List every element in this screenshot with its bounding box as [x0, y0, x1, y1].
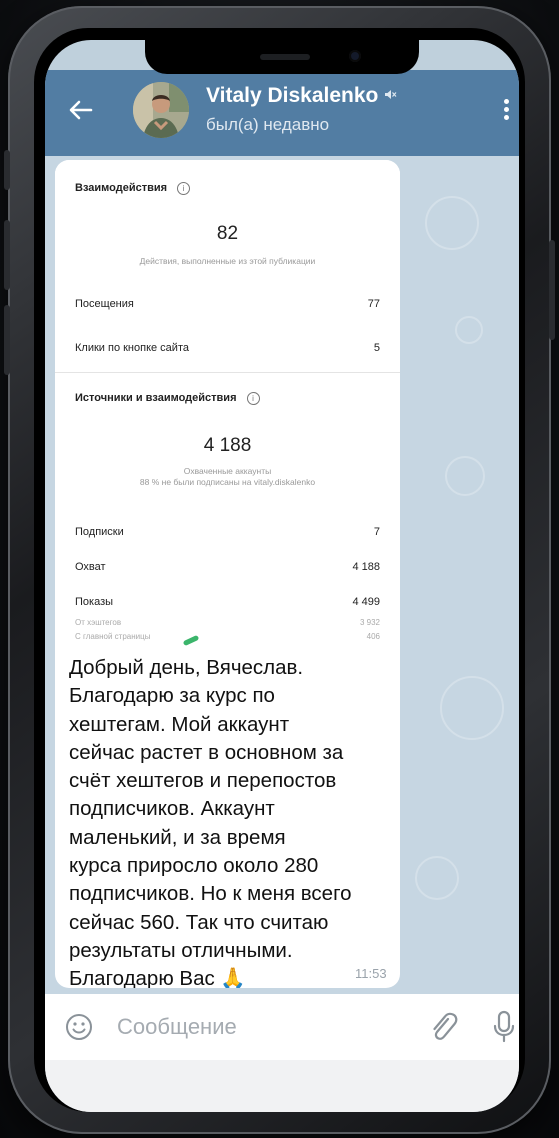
avatar[interactable]	[133, 82, 189, 138]
insights-screenshot[interactable]: Взаимодействия i 82 Действия, выполненные…	[55, 160, 400, 650]
reach-total: 4 188	[203, 435, 252, 456]
stat-row: Охват 4 188	[75, 561, 380, 573]
volume-up-button	[4, 220, 10, 290]
message-line: подписчиков. Аккаунт	[69, 797, 275, 821]
info-icon: i	[246, 392, 260, 405]
front-camera	[349, 50, 361, 62]
message-text: Добрый день, Вячеслав. Благодарю за курс…	[69, 654, 389, 988]
message-line: результаты отличными.	[69, 938, 293, 962]
contact-name[interactable]: Vitaly Diskalenko	[206, 84, 397, 108]
reach-caption-followers: 88 % не были подписаны на vitaly.diskale…	[139, 477, 316, 487]
home-indicator-area	[45, 1060, 519, 1112]
message-time: 11:53	[355, 966, 387, 981]
pattern-doodle	[455, 316, 483, 344]
contact-status: был(а) недавно	[206, 115, 330, 134]
stat-row: Клики по кнопке сайта 5	[75, 342, 380, 354]
message-line: Благодарю за курс по	[69, 684, 275, 708]
message-line: хештегам. Мой аккаунт	[69, 712, 290, 736]
back-arrow-icon[interactable]	[67, 96, 95, 124]
stat-subrow: От хэштегов 3 932	[75, 618, 380, 627]
interactions-title: Взаимодействия i	[75, 182, 191, 195]
message-line: подписчиков. Но к меня всего	[69, 882, 352, 906]
more-vert-icon[interactable]	[501, 96, 511, 126]
notch	[145, 40, 419, 74]
pattern-doodle	[440, 676, 504, 740]
message-bubble[interactable]: Взаимодействия i 82 Действия, выполненные…	[55, 160, 400, 988]
divider	[55, 372, 400, 373]
message-input[interactable]: Сообщение	[117, 1014, 237, 1040]
stat-row: Подписки 7	[75, 526, 380, 538]
power-button	[549, 240, 555, 340]
mute-switch	[4, 150, 10, 190]
message-line: счёт хештегов и перепостов	[69, 769, 337, 793]
pattern-doodle	[445, 456, 485, 496]
composer-bar: Сообщение	[45, 994, 519, 1060]
message-line: сейчас 560. Так что считаю	[69, 910, 329, 934]
message-line: Добрый день, Вячеслав.	[69, 656, 304, 679]
message-line: маленький, и за время	[69, 825, 286, 849]
sources-title: Источники и взаимодействия i	[75, 392, 260, 405]
attach-icon[interactable]	[428, 1010, 458, 1044]
pattern-doodle	[425, 196, 479, 250]
message-line: курса приросло около 280	[69, 854, 319, 878]
reach-caption: Охваченные аккаунты	[183, 466, 272, 476]
mute-icon	[384, 88, 397, 104]
info-icon: i	[177, 182, 191, 195]
interactions-caption: Действия, выполненные из этой публикации	[139, 256, 316, 266]
chat-header: Vitaly Diskalenko был(а) недавно	[45, 70, 519, 156]
volume-down-button	[4, 305, 10, 375]
mic-icon[interactable]	[492, 1009, 516, 1045]
stat-subrow: С главной страницы 406	[75, 632, 380, 641]
stat-row: Показы 4 499	[75, 596, 380, 608]
message-line: сейчас растет в основном за	[69, 740, 344, 764]
interactions-total: 82	[216, 223, 239, 244]
speaker-grille	[260, 54, 310, 60]
emoji-icon[interactable]	[65, 1013, 93, 1041]
message-line: Благодарю Вас 🙏	[69, 967, 246, 988]
stat-row: Посещения 77	[75, 298, 380, 310]
pattern-doodle	[415, 856, 459, 900]
phone-screen: Vitaly Diskalenko был(а) недавно Взаимод…	[45, 40, 519, 1112]
